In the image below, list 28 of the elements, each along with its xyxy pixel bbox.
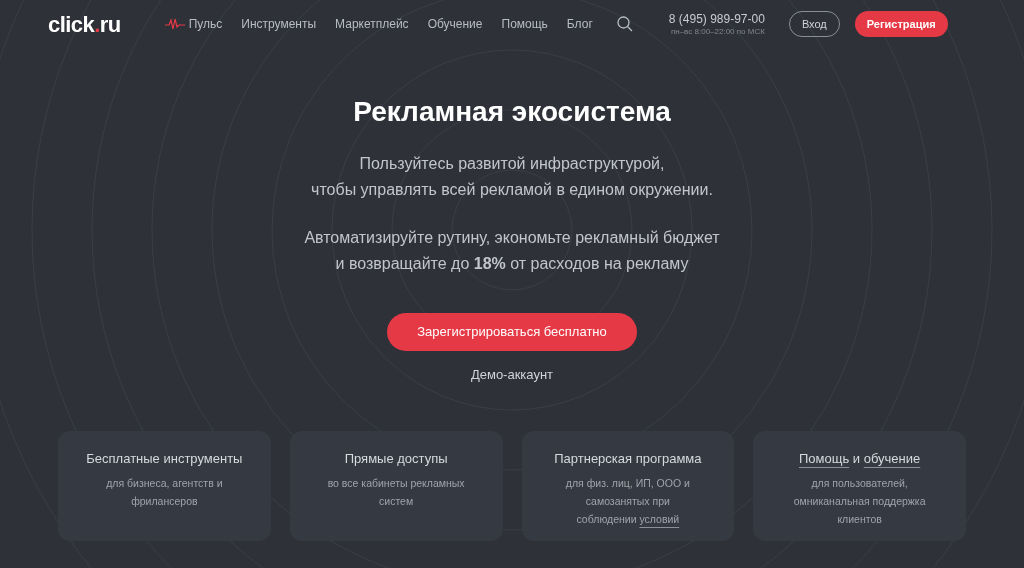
hero-text: Автоматизируйте рутину, экономьте рекламный бюджет и возвращайте до 18% от расходов на рекламу <box>304 228 720 274</box>
nav-link[interactable]: Блог <box>566 15 593 33</box>
card-title: Прямые доступы <box>344 449 448 468</box>
description-link[interactable]: условий <box>639 513 680 525</box>
card-description: для пользователей, омниканальная поддержка клиентов <box>792 476 927 527</box>
card-description: для бизнеса, агентств и фрилансеров <box>105 476 224 509</box>
working-hours: пн–вс 8:00–22:00 по МСК <box>670 26 765 37</box>
title-link[interactable]: обучение <box>863 450 921 466</box>
register-button[interactable]: Регистрация <box>854 11 948 37</box>
search-icon[interactable] <box>616 16 633 32</box>
phone-number: 8 (495) 989-97-00 <box>668 11 765 27</box>
title-link[interactable]: Помощь <box>798 450 850 466</box>
pulse-icon <box>164 18 185 30</box>
nav-link[interactable]: Инструменты <box>241 15 317 33</box>
hero-title: Рекламная экосистема <box>353 95 671 129</box>
demo-account-link[interactable]: Демо-аккаунт <box>470 365 554 385</box>
nav-link[interactable]: Пульс <box>164 15 223 33</box>
card-title: Бесплатные инструменты <box>86 449 243 468</box>
card-description: для физ. лиц, ИП, ООО и самозанятых при соблюдении условий <box>564 476 691 527</box>
nav-link[interactable]: Обучение <box>427 15 483 33</box>
hero-text: Пользуйтесь развитой инфраструктурой, чтобы управлять всей рекламой в едином окружении. <box>311 154 713 200</box>
register-free-button[interactable]: Зарегистрироваться бесплатно <box>387 313 637 351</box>
nav-link[interactable]: Маркетплейс <box>335 15 409 33</box>
card-description: во все кабинеты рекламных систем <box>326 476 466 509</box>
card-title: Партнерская программа <box>554 449 702 468</box>
nav-link[interactable]: Помощь <box>501 15 548 33</box>
logo[interactable]: click.ru <box>48 7 121 41</box>
card-title: Помощь и обучение <box>798 449 921 468</box>
